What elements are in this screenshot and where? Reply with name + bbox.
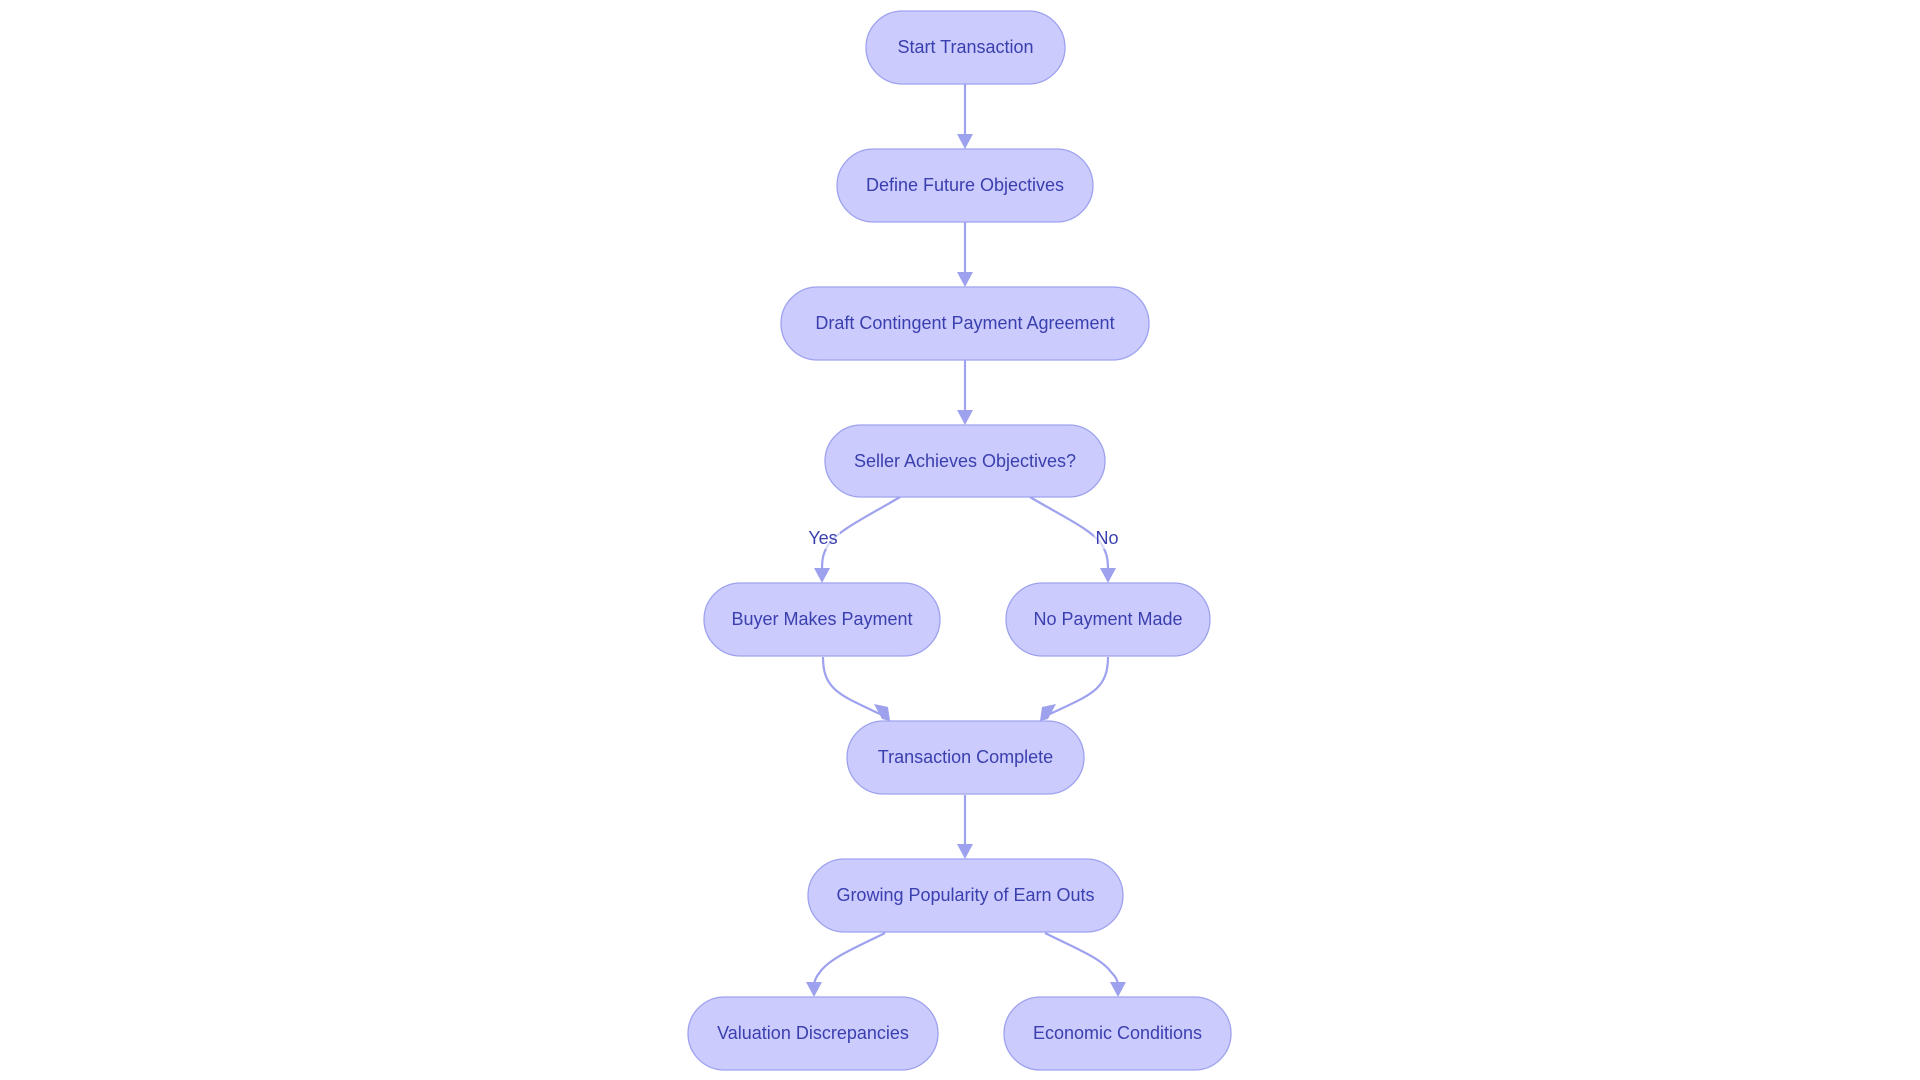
node-label: Draft Contingent Payment Agreement <box>815 313 1114 333</box>
arrowhead-icon <box>957 134 973 149</box>
node-start-transaction[interactable]: Start Transaction <box>865 10 1066 85</box>
node-no-payment-made[interactable]: No Payment Made <box>1005 582 1211 657</box>
node-buyer-makes-payment[interactable]: Buyer Makes Payment <box>703 582 941 657</box>
edge-label-no: No <box>1095 528 1118 548</box>
arrowhead-icon <box>814 568 830 583</box>
node-draft-contingent-payment-agreement[interactable]: Draft Contingent Payment Agreement <box>780 286 1150 361</box>
node-label: Buyer Makes Payment <box>731 609 912 629</box>
node-label: Seller Achieves Objectives? <box>854 451 1076 471</box>
node-valuation-discrepancies[interactable]: Valuation Discrepancies <box>687 996 939 1071</box>
node-seller-achieves-objectives[interactable]: Seller Achieves Objectives? <box>824 424 1106 498</box>
arrowhead-icon <box>957 844 973 859</box>
node-growing-popularity-of-earn-outs[interactable]: Growing Popularity of Earn Outs <box>807 858 1124 933</box>
nodes-layer: Start Transaction Define Future Objectiv… <box>687 10 1232 1071</box>
node-label: Valuation Discrepancies <box>717 1023 909 1043</box>
node-economic-conditions[interactable]: Economic Conditions <box>1003 996 1232 1071</box>
arrowhead-icon <box>957 272 973 287</box>
arrowhead-icon <box>1110 982 1126 997</box>
edge-growing-to-economic <box>1044 932 1120 987</box>
arrowhead-icon <box>1100 568 1116 583</box>
node-define-future-objectives[interactable]: Define Future Objectives <box>836 148 1094 223</box>
edge-label-yes: Yes <box>808 528 837 548</box>
edge-buyer-to-complete <box>821 656 881 715</box>
edge-nopay-to-complete <box>1049 656 1110 715</box>
edge-labels-layer: Yes No <box>806 527 1122 549</box>
node-label: Growing Popularity of Earn Outs <box>836 885 1094 905</box>
flowchart-canvas: Yes No Start Transaction Define Future O… <box>687 10 1232 1071</box>
arrowhead-icon <box>806 982 822 997</box>
arrowhead-icon <box>957 410 973 425</box>
node-label: Define Future Objectives <box>866 175 1064 195</box>
node-transaction-complete[interactable]: Transaction Complete <box>846 720 1085 795</box>
edge-growing-to-valuation <box>812 932 886 987</box>
node-label: Start Transaction <box>897 37 1033 57</box>
node-label: No Payment Made <box>1033 609 1182 629</box>
node-label: Economic Conditions <box>1033 1023 1202 1043</box>
node-label: Transaction Complete <box>878 747 1053 767</box>
